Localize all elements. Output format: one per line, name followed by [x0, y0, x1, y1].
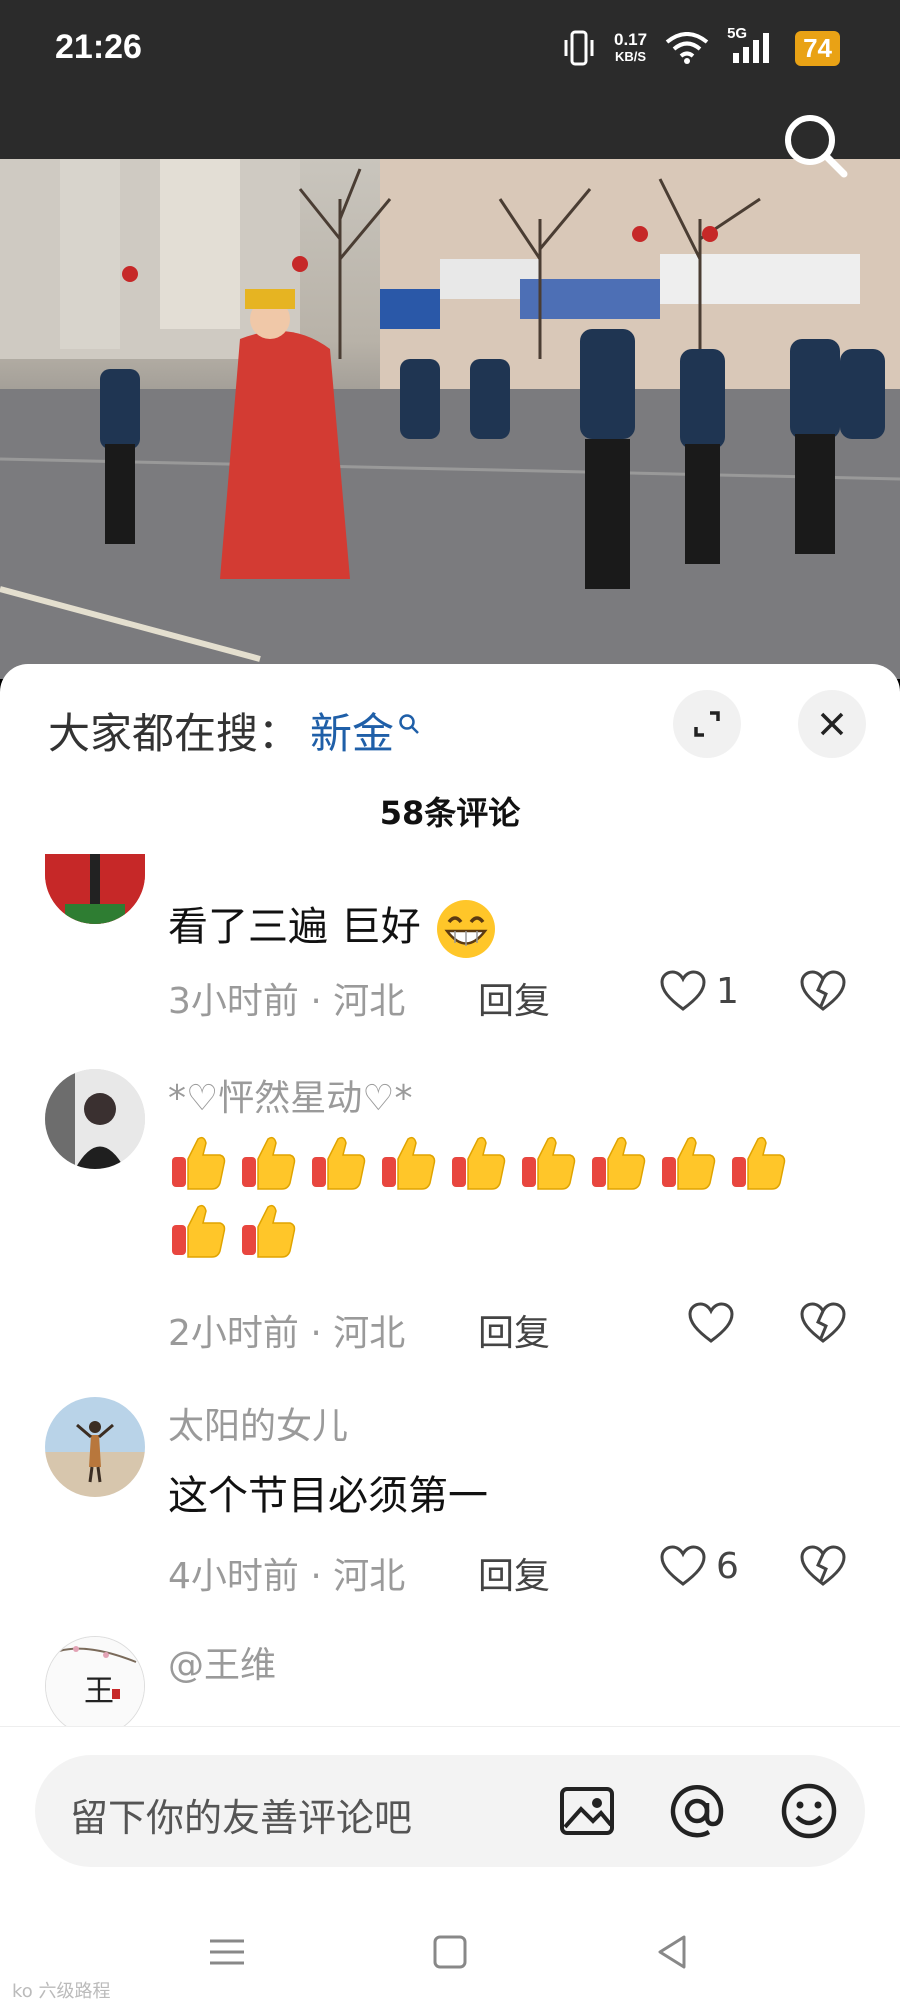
comment-count: 58条评论 — [379, 794, 521, 832]
comment-author[interactable]: *♡怦然星动♡* — [168, 1069, 413, 1121]
watermark: ko 六级路程 — [12, 1981, 111, 2002]
comment-text: 这个节目必须第一 — [168, 1473, 488, 1519]
thumbs-up-emoji-icon — [448, 1131, 510, 1193]
comment-input[interactable]: 留下你的友善评论吧 — [35, 1755, 865, 1867]
signal-icon — [733, 33, 770, 63]
speed-value: 0.17 — [613, 30, 648, 49]
like-count: 1 — [716, 970, 739, 1012]
heart-icon — [688, 1302, 734, 1343]
speed-unit: KB/S — [615, 49, 647, 64]
comment-meta: 2小时前 · 河北 — [168, 1313, 406, 1354]
video-frame — [0, 159, 900, 679]
thumbs-up-emoji-icon — [238, 1131, 300, 1193]
heart-icon — [660, 1545, 706, 1586]
thumbs-up-emoji-icon — [518, 1131, 580, 1193]
menu-icon — [210, 1939, 244, 1965]
thumbs-up-emoji-icon — [168, 1199, 230, 1261]
nav-menu-button[interactable] — [202, 1927, 252, 1977]
vibrate-icon — [564, 30, 594, 66]
thumbs-up-emoji-icon — [658, 1131, 720, 1193]
nav-home-button[interactable] — [425, 1927, 475, 1977]
expand-button[interactable] — [673, 690, 741, 758]
grin-emoji-icon — [437, 900, 496, 958]
thumbs-up-emoji-icon — [728, 1131, 790, 1193]
avatar[interactable] — [45, 1397, 145, 1497]
nav-back-button[interactable] — [648, 1927, 698, 1977]
wifi-icon — [665, 32, 709, 64]
avatar-char: 王 — [84, 1674, 114, 1709]
thumbs-up-emoji-icon — [168, 1131, 230, 1193]
like-count: 6 — [716, 1545, 739, 1587]
small-search-icon — [399, 713, 419, 734]
dislike-button[interactable] — [800, 970, 846, 1016]
hot-search-label: 大家都在搜： — [48, 709, 301, 758]
thumbs-emoji-row — [168, 1131, 858, 1261]
avatar-image — [45, 1397, 145, 1497]
header-band — [0, 104, 900, 159]
avatar[interactable]: 王 — [45, 1636, 145, 1736]
back-triangle-icon — [658, 1935, 686, 1969]
status-icons: 0.17 KB/S 5G 74 — [562, 25, 840, 66]
search-button[interactable] — [780, 110, 850, 180]
comment-author[interactable]: 太阳的女儿 — [168, 1397, 348, 1449]
like-button[interactable]: 6 — [660, 1545, 739, 1587]
reply-button[interactable]: 回复 — [478, 1547, 550, 1599]
broken-heart-icon — [800, 970, 846, 1011]
hot-search-term[interactable]: 新金 — [310, 700, 394, 761]
image-icon — [560, 1787, 614, 1835]
thumbs-up-emoji-icon — [308, 1131, 370, 1193]
thumbs-up-emoji-icon — [378, 1131, 440, 1193]
status-time: 21:26 — [55, 28, 142, 66]
comment-meta: 4小时前 · 河北 — [168, 1556, 406, 1597]
system-nav-bar — [0, 1917, 900, 1997]
dislike-button[interactable] — [800, 1545, 846, 1591]
comment-meta: 3小时前 · 河北 — [168, 981, 406, 1022]
avatar-image: 王 — [46, 1637, 144, 1735]
cell-signal: 5G — [727, 25, 777, 65]
like-button[interactable] — [688, 1302, 734, 1344]
comment-input-placeholder: 留下你的友善评论吧 — [70, 1796, 413, 1840]
comment-text-content: 看了三遍 巨好 — [168, 904, 421, 950]
battery-indicator: 74 — [795, 30, 840, 66]
mention-button[interactable] — [667, 1781, 727, 1841]
broken-heart-icon — [800, 1302, 846, 1343]
thumbs-up-emoji-icon — [588, 1131, 650, 1193]
video-player[interactable] — [0, 159, 900, 679]
expand-icon — [694, 711, 720, 737]
heart-icon — [660, 970, 706, 1011]
hot-search-bar[interactable]: 大家都在搜： 新金 — [48, 700, 420, 761]
home-square-icon — [433, 1935, 467, 1969]
comment-author[interactable]: @王维 — [168, 1636, 276, 1688]
like-button[interactable]: 1 — [660, 970, 739, 1012]
avatar-image — [45, 1069, 145, 1169]
network-speed: 0.17 KB/S — [614, 31, 647, 65]
emoji-button[interactable] — [779, 1781, 839, 1841]
comment-input-area: 留下你的友善评论吧 ko 六级路程 — [0, 1726, 900, 2010]
avatar-image — [45, 854, 145, 924]
comment-text: 看了三遍 巨好 — [168, 894, 497, 960]
status-bar: 21:26 0.17 KB/S 5G 74 — [0, 0, 900, 104]
emoji-icon — [781, 1783, 837, 1839]
at-icon — [670, 1784, 724, 1838]
reply-button[interactable]: 回复 — [478, 972, 550, 1024]
close-icon — [820, 712, 844, 736]
thumbs-up-emoji-icon — [238, 1199, 300, 1261]
dislike-button[interactable] — [800, 1302, 846, 1348]
avatar[interactable] — [45, 854, 145, 924]
avatar[interactable] — [45, 1069, 145, 1169]
broken-heart-icon — [800, 1545, 846, 1586]
search-icon — [785, 115, 848, 178]
close-button[interactable] — [798, 690, 866, 758]
image-button[interactable] — [557, 1781, 617, 1841]
reply-button[interactable]: 回复 — [478, 1304, 550, 1356]
